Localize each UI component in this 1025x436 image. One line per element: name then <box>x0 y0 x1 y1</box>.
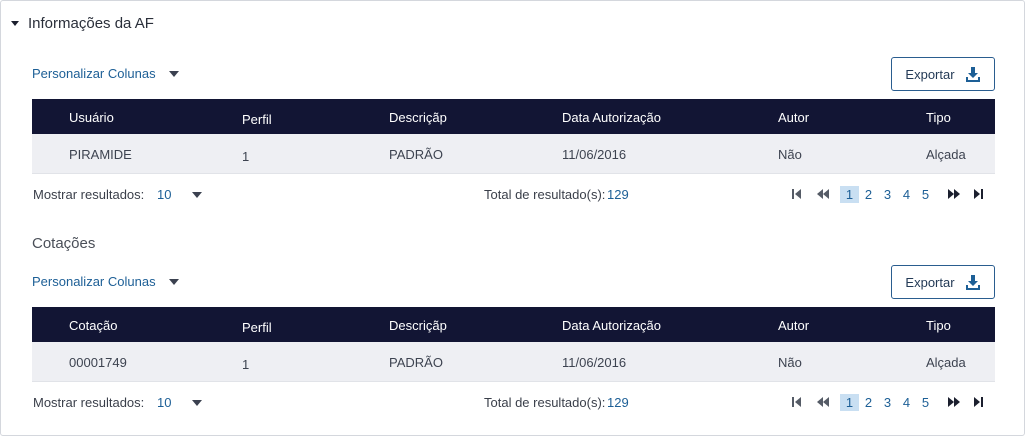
table-toolbar: Personalizar Colunas Exportar <box>32 57 995 91</box>
export-button[interactable]: Exportar <box>891 265 995 299</box>
chevron-down-icon[interactable] <box>169 279 179 285</box>
section-toggle[interactable]: Informações da AF <box>11 11 154 35</box>
page-size-label: Mostrar resultados: <box>33 395 145 410</box>
page-button[interactable]: 3 <box>878 186 897 203</box>
column-header[interactable]: Descriçãp <box>389 318 447 333</box>
page-button[interactable]: 4 <box>897 394 916 411</box>
page-button[interactable]: 2 <box>859 394 878 411</box>
column-header[interactable]: Perfil <box>242 320 272 335</box>
table-cell: Alçada <box>926 355 966 370</box>
quotes-table-block: Personalizar Colunas Exportar Cotação Pe… <box>32 265 995 424</box>
page-size-select[interactable]: 10 <box>157 395 171 410</box>
column-header[interactable]: Tipo <box>926 110 951 125</box>
table-header-row: Cotação Perfil Descriçãp Data Autorizaçã… <box>32 307 995 342</box>
table-cell: 11/06/2016 <box>562 147 627 162</box>
last-page-icon[interactable] <box>971 396 985 408</box>
page-button[interactable]: 5 <box>916 186 935 203</box>
column-header[interactable]: Tipo <box>926 318 951 333</box>
data-table: Usuário Perfil Descriçãp Data Autorizaçã… <box>32 99 995 174</box>
first-page-icon[interactable] <box>790 188 804 200</box>
table-cell: PADRÃO <box>389 147 443 162</box>
column-header[interactable]: Autor <box>778 318 809 333</box>
af-table-block: Personalizar Colunas Exportar Usuário Pe… <box>32 57 995 216</box>
customize-columns-link[interactable]: Personalizar Colunas <box>32 274 156 289</box>
pagination: 1 2 3 4 5 <box>790 185 985 203</box>
total-count: 129 <box>607 187 629 202</box>
table-cell: PADRÃO <box>389 355 443 370</box>
chevron-down-icon[interactable] <box>192 192 202 198</box>
next-page-icon[interactable] <box>947 188 961 200</box>
table-cell: Não <box>778 147 802 162</box>
page-button[interactable]: 1 <box>840 185 859 203</box>
pagination: 1 2 3 4 5 <box>790 393 985 411</box>
table-cell: PIRAMIDE <box>69 147 132 162</box>
table-footer: Mostrar resultados: 10 Total de resultad… <box>32 174 995 216</box>
download-icon <box>965 274 981 290</box>
column-header[interactable]: Autor <box>778 110 809 125</box>
total-label: Total de resultado(s): <box>484 395 606 410</box>
column-header[interactable]: Perfil <box>242 112 272 127</box>
af-info-panel: Informações da AF Personalizar Colunas E… <box>0 0 1025 436</box>
table-cell: 1 <box>242 149 250 164</box>
quotes-section-title: Cotações <box>32 235 96 252</box>
column-header[interactable]: Descriçãp <box>389 110 447 125</box>
table-cell: Alçada <box>926 147 966 162</box>
export-label: Exportar <box>905 66 955 82</box>
last-page-icon[interactable] <box>971 188 985 200</box>
total-label: Total de resultado(s): <box>484 187 606 202</box>
table-toolbar: Personalizar Colunas Exportar <box>32 265 995 299</box>
page-button[interactable]: 2 <box>859 186 878 203</box>
table-cell: Não <box>778 355 802 370</box>
page-button[interactable]: 1 <box>840 393 859 411</box>
section-title: Informações da AF <box>28 14 154 32</box>
table-cell: 00001749 <box>69 355 127 370</box>
page-button[interactable]: 3 <box>878 394 897 411</box>
page-button[interactable]: 5 <box>916 394 935 411</box>
customize-columns-link[interactable]: Personalizar Colunas <box>32 66 156 81</box>
page-size-label: Mostrar resultados: <box>33 187 145 202</box>
column-header[interactable]: Data Autorização <box>562 318 661 333</box>
page-size-select[interactable]: 10 <box>157 187 171 202</box>
page-button[interactable]: 4 <box>897 186 916 203</box>
next-page-icon[interactable] <box>947 396 961 408</box>
column-header[interactable]: Usuário <box>69 110 114 125</box>
table-cell: 11/06/2016 <box>562 355 627 370</box>
column-header[interactable]: Data Autorização <box>562 110 661 125</box>
column-header[interactable]: Cotação <box>69 318 117 333</box>
previous-page-icon[interactable] <box>816 396 830 408</box>
export-label: Exportar <box>905 274 955 290</box>
table-row[interactable]: PIRAMIDE 1 PADRÃO 11/06/2016 Não Alçada <box>32 134 995 174</box>
previous-page-icon[interactable] <box>816 188 830 200</box>
table-cell: 1 <box>242 357 250 372</box>
table-footer: Mostrar resultados: 10 Total de resultad… <box>32 382 995 424</box>
caret-down-icon[interactable] <box>11 21 19 26</box>
data-table: Cotação Perfil Descriçãp Data Autorizaçã… <box>32 307 995 382</box>
total-count: 129 <box>607 395 629 410</box>
download-icon <box>965 66 981 82</box>
export-button[interactable]: Exportar <box>891 57 995 91</box>
chevron-down-icon[interactable] <box>169 71 179 77</box>
chevron-down-icon[interactable] <box>192 400 202 406</box>
table-row[interactable]: 00001749 1 PADRÃO 11/06/2016 Não Alçada <box>32 342 995 382</box>
table-header-row: Usuário Perfil Descriçãp Data Autorizaçã… <box>32 99 995 134</box>
first-page-icon[interactable] <box>790 396 804 408</box>
